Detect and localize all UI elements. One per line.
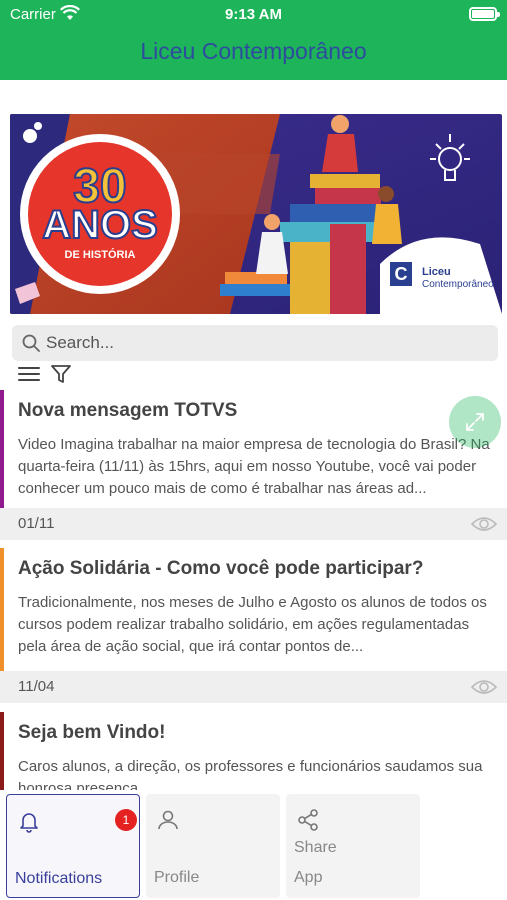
- tab-label: App: [294, 869, 323, 886]
- eye-icon[interactable]: [471, 514, 497, 534]
- share-icon: [298, 809, 318, 831]
- app-header: Carrier 9:13 AM Liceu Contemporâneo: [0, 0, 507, 80]
- battery-icon: [469, 7, 500, 21]
- eye-icon[interactable]: [471, 677, 497, 697]
- message-title: Seja bem Vindo!: [18, 722, 166, 743]
- banner-badge-word: ANOS: [42, 203, 158, 247]
- floating-action-button[interactable]: [449, 396, 501, 448]
- tab-label: Notifications: [15, 870, 103, 887]
- message-card[interactable]: Seja bem Vindo! Caros alunos, a direção,…: [0, 712, 507, 792]
- status-bar: Carrier 9:13 AM: [0, 0, 507, 28]
- svg-text:C: C: [395, 264, 408, 284]
- page-title: Liceu Contemporâneo: [140, 38, 367, 64]
- tab-label: Profile: [154, 869, 200, 886]
- tab-profile[interactable]: Profile: [146, 794, 280, 898]
- banner-image[interactable]: 30 ANOS DE HISTÓRIA C Liceu Contemporâne…: [10, 114, 502, 314]
- expand-icon: [466, 413, 484, 431]
- card-accent-bar: [0, 712, 4, 792]
- message-card[interactable]: Nova mensagem TOTVS Video Imagina trabal…: [0, 390, 507, 540]
- person-icon: [158, 810, 178, 830]
- banner-illustration: 30 ANOS DE HISTÓRIA C Liceu Contemporâne…: [10, 114, 502, 314]
- message-footer: 01/11: [0, 508, 507, 540]
- bottom-tab-bar: 1 Notifications Profile Share App: [0, 790, 507, 900]
- search-bar[interactable]: [12, 325, 498, 361]
- filter-icon[interactable]: [50, 363, 72, 385]
- notification-badge: 1: [115, 809, 137, 831]
- message-body: Caros alunos, a direção, os professores …: [18, 758, 483, 792]
- tab-label: Share: [294, 839, 337, 856]
- message-date: 01/11: [18, 515, 55, 532]
- message-card[interactable]: Ação Solidária - Como você pode particip…: [0, 548, 507, 703]
- banner-logo-subname: Contemporâneo: [422, 279, 494, 290]
- bell-icon: [20, 813, 38, 833]
- hamburger-icon[interactable]: [18, 364, 40, 384]
- message-title: Ação Solidária - Como você pode particip…: [18, 558, 424, 579]
- message-body: Video Imagina trabalhar na maior empresa…: [18, 436, 490, 497]
- message-footer: 11/04: [0, 671, 507, 703]
- message-date: 11/04: [18, 678, 55, 695]
- search-input[interactable]: [46, 329, 486, 357]
- search-icon: [22, 334, 40, 352]
- tab-notifications[interactable]: 1 Notifications: [6, 794, 140, 898]
- banner-logo-name: Liceu: [422, 266, 451, 278]
- status-time: 9:13 AM: [225, 6, 282, 23]
- tab-share-app[interactable]: Share App: [286, 794, 420, 898]
- message-title: Nova mensagem TOTVS: [18, 400, 238, 421]
- message-body: Tradicionalmente, nos meses de Julho e A…: [18, 594, 487, 655]
- banner-badge-subtitle: DE HISTÓRIA: [65, 248, 136, 261]
